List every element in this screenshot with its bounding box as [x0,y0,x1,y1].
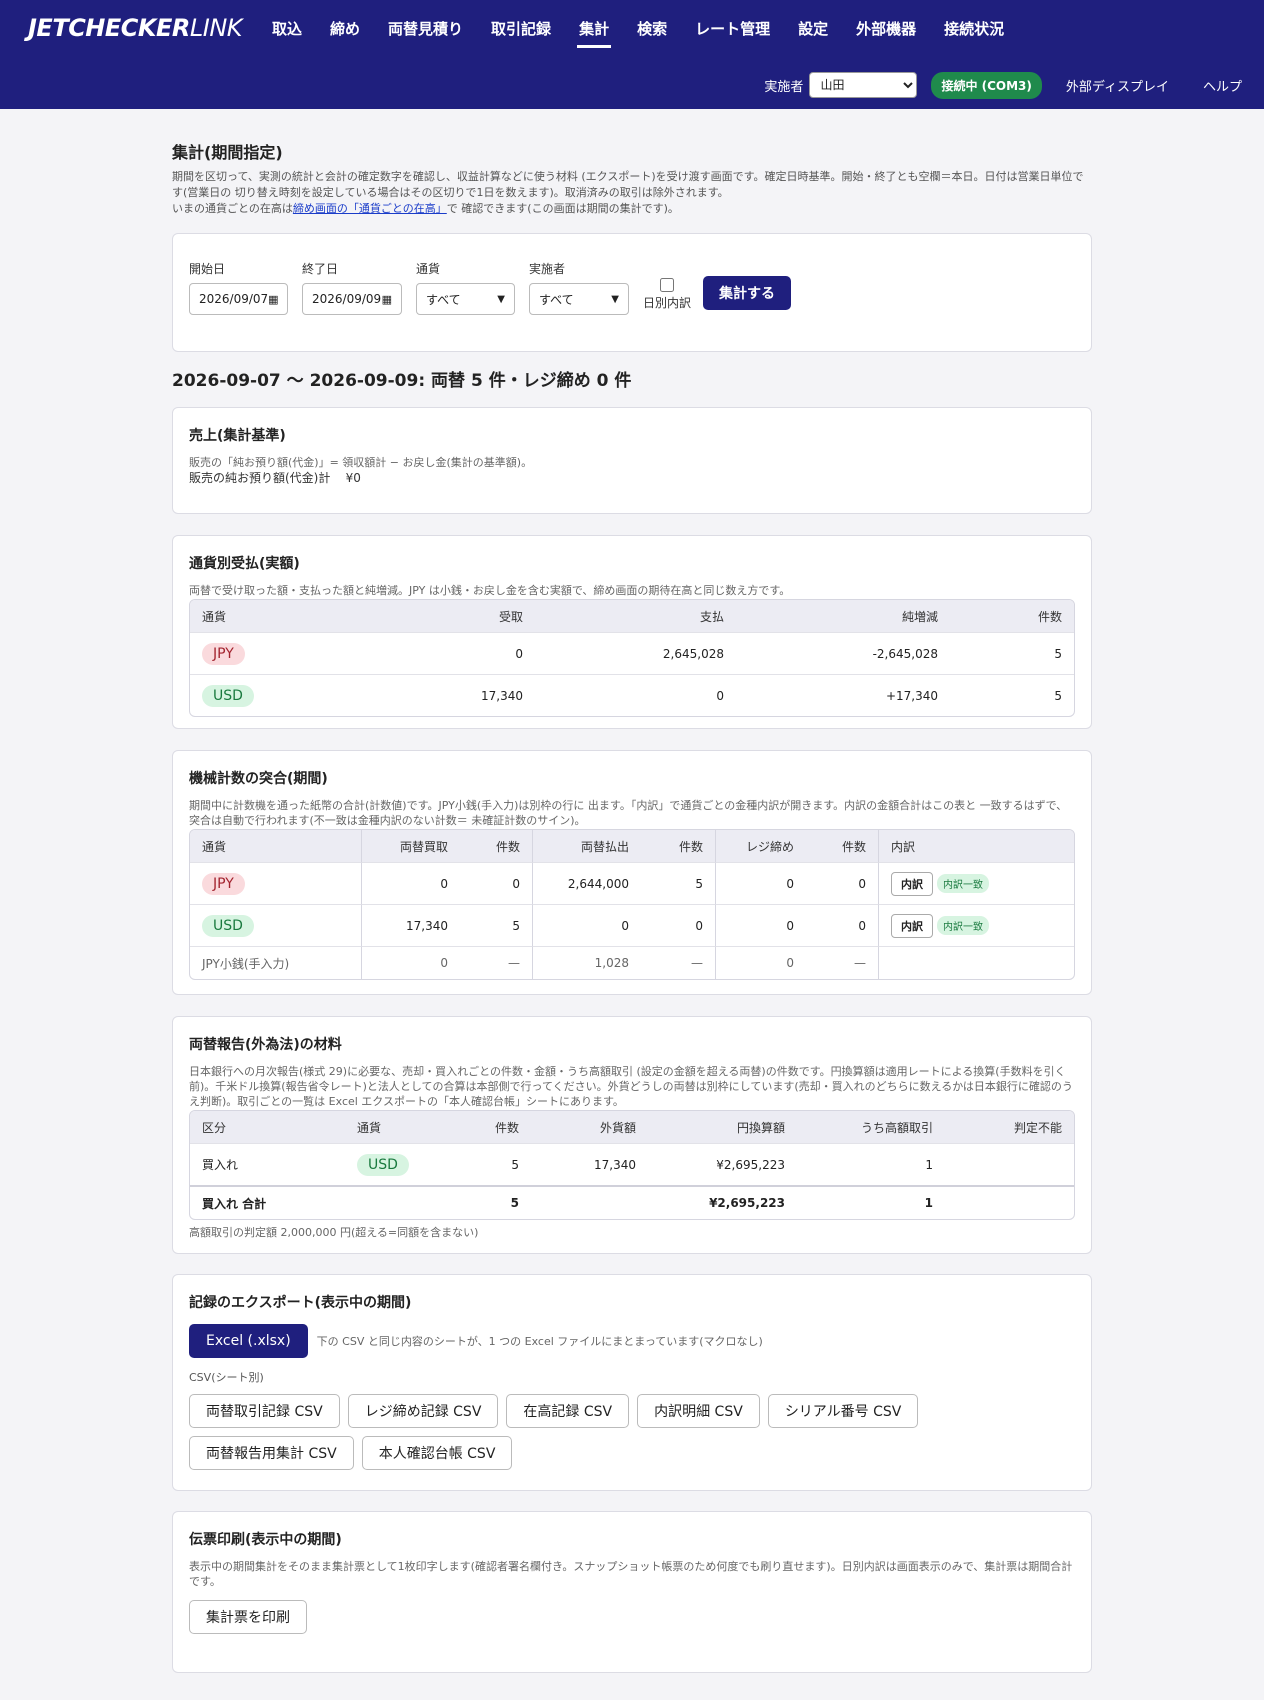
currency-badge: USD [357,1153,409,1176]
table-row: USD 17,340 0 +17,340 5 [190,674,1074,716]
page-description-2: いまの通貨ごとの在高は締め画面の「通貨ごとの在高」で 確認できます(この画面は期… [172,202,679,215]
page-description: 期間を区切って、実測の統計と会計の確定数字を確認し、収益計算などに使う材料 (エ… [172,170,1084,199]
table-header: 通貨 受取 支払 純増減 件数 [190,600,1074,632]
app-logo[interactable]: JETCHECKERLINK [28,14,243,42]
submit-button[interactable]: 集計する [703,276,792,310]
logo-light-text: LINK [189,14,243,42]
help-link[interactable]: ヘルプ [1203,76,1242,95]
fx-report-card: 両替報告(外為法)の材料 日本銀行への月次報告(様式 29)に必要な、売却・買入… [172,1016,1092,1254]
nav-records[interactable]: 取引記録 [477,0,565,56]
main-content: 集計(期間指定) 期間を区切って、実測の統計と会計の確定数字を確認し、収益計算な… [172,109,1092,1673]
nav-devices[interactable]: 外部機器 [842,0,930,56]
match-badge: 内訳一致 [937,915,989,935]
logo-bold-text: JETCHECKER [28,14,190,42]
operator-label: 実施者 [764,79,804,95]
machine-note: 期間中に計数機を通った紙幣の合計(計数値)です。JPY小銭(手入力)は別枠の行に… [189,799,1068,827]
nav-closing[interactable]: 締め [316,0,374,56]
sales-title: 売上(集計基準) [189,428,286,444]
external-display-link[interactable]: 外部ディスプレイ [1066,76,1169,95]
excel-export-button[interactable]: Excel (.xlsx) [189,1324,308,1358]
sales-value: ¥0 [345,471,361,485]
nav-rates[interactable]: レート管理 [681,0,784,56]
daily-breakdown-checkbox[interactable]: 日別内訳 [643,278,691,311]
csv-serial-button[interactable]: シリアル番号 CSV [767,1394,919,1428]
coin-row: JPY小銭(手入力) 0 — 1,028 — 0 — [190,946,1074,979]
main-nav: 取込 締め 両替見積り 取引記録 集計 検索 レート管理 設定 外部機器 接続状… [258,0,1018,56]
print-card: 伝票印刷(表示中の期間) 表示中の期間集計をそのまま集計票として1枚印字します(… [172,1511,1092,1673]
machine-title: 機械計数の突合(期間) [189,771,328,787]
start-date-field: 開始日 2026/09/07 ▦ [189,260,288,315]
operator-field: 実施者 すべて ▼ [529,260,629,315]
flow-table: 通貨 受取 支払 純増減 件数 JPY 0 2,645,028 -2,645,0… [189,599,1075,717]
csv-report-button[interactable]: 両替報告用集計 CSV [189,1436,354,1470]
closing-stock-link[interactable]: 締め画面の「通貨ごとの在高」 [293,202,447,215]
excel-note: 下の CSV と同じ内容のシートが、1 つの Excel ファイルにまとまってい… [316,1334,763,1348]
chevron-down-icon: ▼ [611,293,619,305]
table-row: 買入れ USD 5 17,340 ¥2,695,223 1 [190,1143,1074,1185]
nav-quote[interactable]: 両替見積り [374,0,477,56]
flow-note: 両替で受け取った額・支払った額と純増減。JPY は小銭・お戻し金を含む実額で、締… [189,584,791,597]
print-title: 伝票印刷(表示中の期間) [189,1532,342,1548]
nav-search[interactable]: 検索 [623,0,681,56]
currency-badge: JPY [202,642,245,665]
report-note: 日本銀行への月次報告(様式 29)に必要な、売却・買入れごとの件数・金額・うち高… [189,1065,1073,1108]
export-card: 記録のエクスポート(表示中の期間) Excel (.xlsx) 下の CSV と… [172,1274,1092,1491]
currency-flow-card: 通貨別受払(実額) 両替で受け取った額・支払った額と純増減。JPY は小銭・お戻… [172,535,1092,729]
report-table: 区分 通貨 件数 外貨額 円換算額 うち高額取引 判定不能 買入れ USD 5 … [189,1110,1075,1220]
csv-breakdown-button[interactable]: 内訳明細 CSV [637,1394,760,1428]
connection-badge: 接続中 (COM3) [931,71,1042,99]
table-row: JPY 0 2,645,028 -2,645,028 5 [190,632,1074,674]
table-row: USD 17,340 5 0 0 0 0 内訳 内訳一致 [190,904,1074,946]
export-title: 記録のエクスポート(表示中の期間) [189,1295,412,1311]
currency-select[interactable]: すべて ▼ [416,283,515,315]
end-date-input[interactable]: 2026/09/09 ▦ [302,283,402,315]
report-footnote: 高額取引の判定額 2,000,000 円(超える=同額を含まない) [189,1226,479,1239]
nav-import[interactable]: 取込 [258,0,316,56]
sales-card: 売上(集計基準) 販売の「純お預り額(代金)」= 領収額計 − お戻し金(集計の… [172,407,1092,514]
table-row: JPY 0 0 2,644,000 5 0 0 内訳 内訳一致 [190,862,1074,904]
currency-badge: USD [202,914,254,937]
total-row: 買入れ 合計 5 ¥2,695,223 1 [190,1185,1074,1219]
sub-bar: 実施者 山田 接続中 (COM3) 外部ディスプレイ ヘルプ [764,71,1264,99]
table-header: 通貨 両替買取 件数 両替払出 件数 レジ締め 件数 内訳 [190,830,1074,862]
nav-connection[interactable]: 接続状況 [930,0,1018,56]
nav-settings[interactable]: 設定 [784,0,842,56]
detail-button[interactable]: 内訳 [891,913,933,938]
calendar-icon[interactable]: ▦ [382,293,392,306]
detail-button[interactable]: 内訳 [891,871,933,896]
print-note: 表示中の期間集計をそのまま集計票として1枚印字します(確認者署名欄付き。スナップ… [189,1560,1073,1588]
operator-filter-select[interactable]: すべて ▼ [529,283,629,315]
match-badge: 内訳一致 [937,873,989,893]
currency-badge: USD [202,684,254,707]
csv-stock-button[interactable]: 在高記録 CSV [506,1394,630,1428]
print-button[interactable]: 集計票を印刷 [189,1600,307,1634]
machine-table: 通貨 両替買取 件数 両替払出 件数 レジ締め 件数 内訳 JPY 0 0 2,… [189,829,1075,980]
start-date-input[interactable]: 2026/09/07 ▦ [189,283,288,315]
machine-count-card: 機械計数の突合(期間) 期間中に計数機を通った紙幣の合計(計数値)です。JPY小… [172,750,1092,995]
csv-id-ledger-button[interactable]: 本人確認台帳 CSV [361,1436,513,1470]
operator-select[interactable]: 山田 [809,72,918,98]
sales-note: 販売の「純お預り額(代金)」= 領収額計 − お戻し金(集計の基準額)。 [189,456,533,469]
page-title: 集計(期間指定) [172,143,283,162]
csv-register-close-button[interactable]: レジ締め記録 CSV [347,1394,499,1428]
csv-label: CSV(シート別) [189,1371,264,1384]
currency-field: 通貨 すべて ▼ [416,260,515,315]
chevron-down-icon: ▼ [497,293,505,305]
currency-badge: JPY [202,872,245,895]
flow-title: 通貨別受払(実額) [189,556,300,572]
filter-panel: 開始日 2026/09/07 ▦ 終了日 2026/09/09 ▦ 通貨 すべて ▼ … [172,233,1092,352]
period-summary: 2026-09-07 〜 2026-09-09: 両替 5 件・レジ締め 0 件 [172,371,632,391]
nav-summary[interactable]: 集計 [565,0,623,56]
csv-exchange-button[interactable]: 両替取引記録 CSV [189,1394,340,1428]
sales-line: 販売の純お預り額(代金)計 ¥0 [189,471,361,485]
end-date-field: 終了日 2026/09/09 ▦ [302,260,402,315]
calendar-icon[interactable]: ▦ [268,293,278,306]
table-header: 区分 通貨 件数 外貨額 円換算額 うち高額取引 判定不能 [190,1111,1074,1143]
csv-button-group: 両替取引記録 CSV レジ締め記録 CSV 在高記録 CSV 内訳明細 CSV … [189,1394,949,1470]
daily-checkbox-input[interactable] [660,278,674,292]
report-title: 両替報告(外為法)の材料 [189,1037,342,1053]
top-bar: JETCHECKERLINK 取込 締め 両替見積り 取引記録 集計 検索 レー… [0,0,1264,109]
